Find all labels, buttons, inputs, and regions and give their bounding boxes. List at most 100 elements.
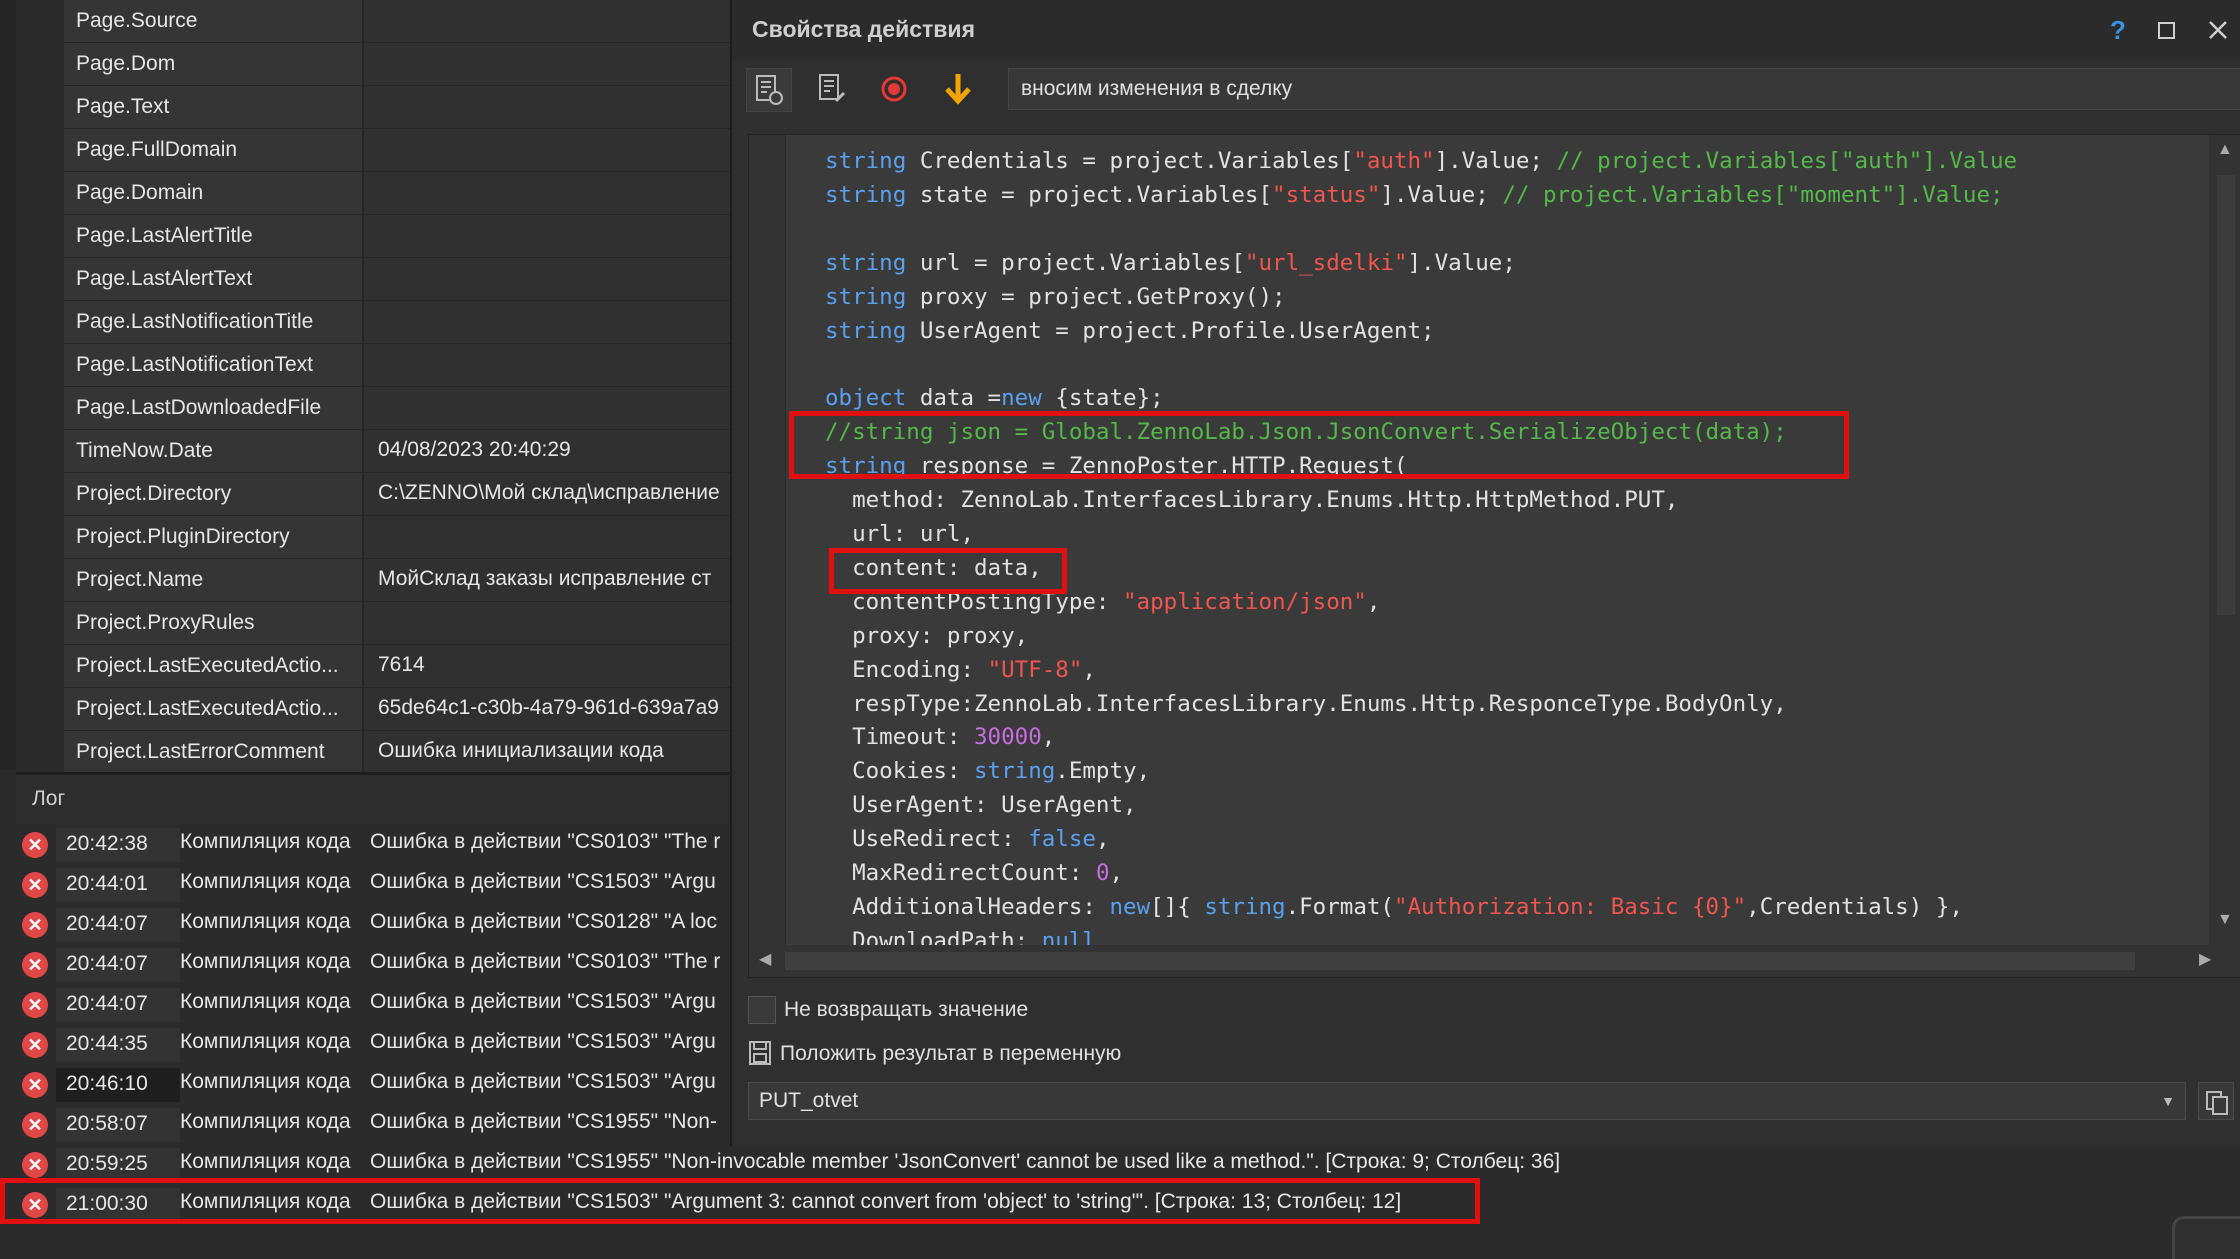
code-token: ,Credentials) }, [1746, 893, 1963, 920]
properties-tool-button[interactable] [746, 68, 792, 112]
property-row[interactable]: Project.Directory C:\ZENNO\Мой склад\испр… [64, 473, 730, 516]
code-line: AdditionalHeaders: new[]{ string.Format(… [825, 891, 2017, 925]
property-row[interactable]: Page.LastDownloadedFile [64, 387, 730, 430]
property-value[interactable] [364, 172, 730, 214]
log-time: 20:44:35 [66, 1032, 148, 1055]
property-value[interactable]: Ошибка инициализации кода [364, 731, 730, 773]
code-token: url = project.Variables[ [906, 249, 1245, 276]
code-line: string state = project.Variables["status… [825, 179, 2017, 213]
properties-grid: Page.Source Page.Dom Page.Text Page.FullDom… [64, 0, 730, 774]
property-row[interactable]: Page.Text [64, 86, 730, 129]
vertical-scroll-thumb[interactable] [2217, 175, 2235, 615]
code-token: string [825, 317, 907, 344]
log-time: 20:44:07 [66, 912, 148, 935]
property-value[interactable]: C:\ZENNO\Мой склад\исправление [364, 473, 730, 515]
property-value[interactable]: 7614 [364, 645, 730, 687]
property-value[interactable] [364, 43, 730, 85]
property-row[interactable]: Page.LastAlertText [64, 258, 730, 301]
code-token: "status" [1272, 181, 1381, 208]
copy-icon [2206, 1091, 2228, 1115]
scroll-up-icon[interactable]: ▲ [2217, 141, 2233, 159]
code-token: new [1001, 385, 1042, 412]
property-name: TimeNow.Date [64, 430, 364, 472]
maximize-button[interactable] [2148, 12, 2184, 48]
code-area[interactable]: string Credentials = project.Variables[ "… [785, 135, 2209, 945]
code-line: string proxy = project.GetProxy(); [825, 281, 2017, 315]
no-return-label: Не возвращать значение [784, 998, 1029, 1021]
property-row[interactable]: TimeNow.Date 04/08/2023 20:40:29 [64, 430, 730, 473]
horizontal-scrollbar[interactable]: ◀ ▶ [749, 945, 2240, 977]
error-icon: ✕ [22, 992, 48, 1018]
log-time: 20:58:07 [66, 1112, 148, 1135]
property-name: Project.ProxyRules [64, 602, 364, 644]
code-line: DownloadPath: null [825, 925, 2017, 945]
property-row[interactable]: Project.LastExecutedActio... 7614 [64, 645, 730, 688]
code-token: "UTF-8" [987, 656, 1083, 683]
log-source: Компиляция кода [180, 1110, 351, 1133]
property-value[interactable] [364, 387, 730, 429]
chevron-down-icon[interactable]: ▼ [2161, 1083, 2175, 1119]
no-return-checkbox[interactable] [748, 996, 776, 1024]
help-button[interactable]: ? [2100, 12, 2136, 48]
property-row[interactable]: Page.LastNotificationTitle [64, 301, 730, 344]
record-button[interactable] [872, 68, 916, 110]
property-row[interactable]: Project.PluginDirectory [64, 516, 730, 559]
code-line: MaxRedirectCount: 0, [825, 857, 2017, 891]
property-value[interactable]: 04/08/2023 20:40:29 [364, 430, 730, 472]
dialog-titlebar: Свойства действия ? [732, 0, 2240, 60]
vertical-scrollbar[interactable]: ▲ ▼ [2209, 135, 2240, 945]
property-value[interactable]: МойСклад заказы исправление ст [364, 559, 730, 601]
property-value[interactable] [364, 258, 730, 300]
code-text[interactable]: string Credentials = project.Variables[ "… [825, 145, 2017, 945]
copy-button[interactable] [2198, 1082, 2234, 1120]
property-row[interactable]: Project.LastErrorComment Ошибка инициализ… [64, 731, 730, 774]
highlight-content-data [829, 548, 1067, 594]
log-title: Лог [32, 787, 66, 810]
code-token: Credentials = project.Variables[ [906, 148, 1354, 174]
grid-margin [16, 0, 64, 770]
log-header: Лог [16, 772, 730, 825]
scroll-down-icon[interactable]: ▼ [2217, 911, 2233, 929]
horizontal-scroll-thumb[interactable] [785, 952, 2135, 970]
property-value[interactable] [364, 215, 730, 257]
property-value[interactable] [364, 86, 730, 128]
property-row[interactable]: Page.Source [64, 0, 730, 43]
property-row[interactable]: Project.ProxyRules [64, 602, 730, 645]
property-row[interactable]: Page.Domain [64, 172, 730, 215]
code-token: AdditionalHeaders: [825, 893, 1110, 920]
property-value[interactable] [364, 301, 730, 343]
property-value[interactable] [364, 0, 730, 42]
notes-tool-button[interactable] [810, 68, 854, 110]
property-row[interactable]: Project.Name МойСклад заказы исправление … [64, 559, 730, 602]
log-time: 20:59:25 [66, 1152, 148, 1175]
property-row[interactable]: Project.LastExecutedActio... 65de64c1-c30… [64, 688, 730, 731]
scroll-left-icon[interactable]: ◀ [759, 949, 771, 969]
close-button[interactable] [2200, 12, 2236, 48]
code-token: "application/json" [1123, 588, 1367, 615]
property-row[interactable]: Page.Dom [64, 43, 730, 86]
log-message: Ошибка в действии "CS1503" "Argu [370, 990, 716, 1013]
property-value[interactable] [364, 344, 730, 386]
code-token: 30000 [974, 724, 1042, 751]
property-value[interactable]: 65de64c1-c30b-4a79-961d-639a7a9 [364, 688, 730, 730]
property-row[interactable]: Page.FullDomain [64, 129, 730, 172]
property-row[interactable]: Page.LastNotificationText [64, 344, 730, 387]
variable-select[interactable]: PUT_otvet ▼ [748, 1082, 2186, 1120]
variable-select-value: PUT_otvet [759, 1089, 859, 1112]
code-line: UserAgent: UserAgent, [825, 789, 2017, 823]
scroll-right-icon[interactable]: ▶ [2199, 949, 2211, 969]
code-token: UserAgent = project.Profile.UserAgent; [906, 317, 1435, 344]
highlight-json-comment [789, 411, 1849, 479]
execute-down-button[interactable] [936, 68, 980, 110]
property-value[interactable] [364, 602, 730, 644]
log-source: Компиляция кода [180, 990, 351, 1013]
action-name-input[interactable]: вносим изменения в сделку [1008, 68, 2240, 110]
property-name: Page.FullDomain [64, 129, 364, 171]
code-token: proxy: proxy, [825, 622, 1029, 649]
code-token: respType:ZennoLab.InterfacesLibrary.Enum… [825, 690, 1787, 717]
error-icon: ✕ [22, 912, 48, 938]
property-row[interactable]: Page.LastAlertTitle [64, 215, 730, 258]
property-value[interactable] [364, 129, 730, 171]
property-value[interactable] [364, 516, 730, 558]
code-token: method: ZennoLab.InterfacesLibrary.Enums… [825, 487, 1679, 514]
